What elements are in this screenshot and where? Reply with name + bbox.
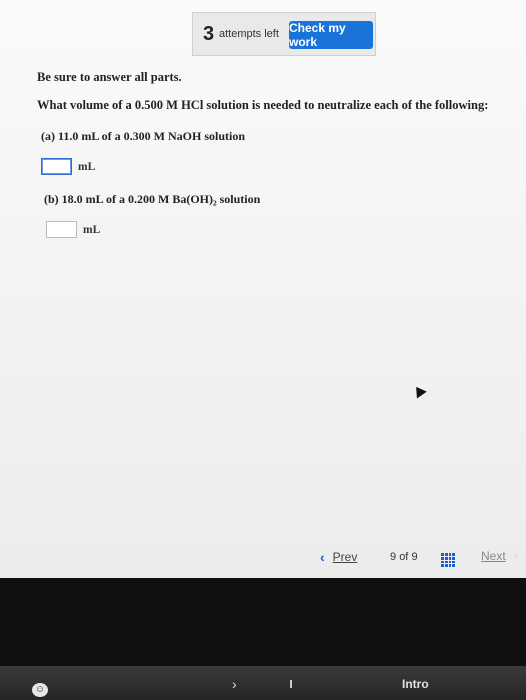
chevron-right-icon[interactable]: ›: [232, 676, 237, 692]
attempts-label: attempts left: [219, 28, 279, 40]
quiz-page: 3 attempts left Check my work Be sure to…: [0, 0, 526, 578]
page-current: 9: [390, 551, 397, 563]
taskbar: ☺ › Intro: [0, 666, 526, 700]
intro-label[interactable]: Intro: [402, 677, 429, 691]
question-text: What volume of a 0.500 M HCl solution is…: [37, 98, 489, 112]
smiley-icon[interactable]: ☺: [32, 683, 48, 697]
part-b-answer-row: mL: [46, 221, 100, 238]
page-of: of: [399, 551, 409, 563]
page-indicator: 9 of 9: [390, 551, 418, 563]
part-a-answer-input[interactable]: [41, 158, 72, 175]
part-b-answer-input[interactable]: [46, 221, 77, 238]
check-my-work-button[interactable]: Check my work: [289, 21, 373, 49]
tab-marker: [290, 680, 292, 688]
mouse-cursor-icon: [411, 383, 427, 399]
part-b-unit: mL: [83, 223, 101, 236]
attempts-bar: 3 attempts left Check my work: [192, 12, 376, 56]
prev-label: Prev: [332, 550, 358, 564]
attempts-count: 3: [203, 23, 215, 45]
next-button[interactable]: Next: [481, 549, 506, 563]
grid-icon[interactable]: [441, 553, 455, 567]
instructions-text: Be sure to answer all parts.: [37, 70, 182, 84]
part-b-label: (b) 18.0 mL of a 0.200 M Ba(OH)₂ solutio…: [44, 192, 261, 206]
chevron-left-icon: ‹: [320, 549, 325, 565]
part-a-unit: mL: [78, 160, 96, 173]
chevron-right-icon: ›: [514, 548, 519, 563]
page-total: 9: [411, 551, 418, 563]
question-navigation: ‹ Prev 9 of 9 Next ›: [0, 548, 526, 571]
part-a-label: (a) 11.0 mL of a 0.300 M NaOH solution: [41, 129, 246, 143]
part-a-answer-row: mL: [41, 158, 95, 175]
dark-band: [0, 578, 526, 666]
prev-button[interactable]: ‹ Prev: [320, 549, 357, 565]
